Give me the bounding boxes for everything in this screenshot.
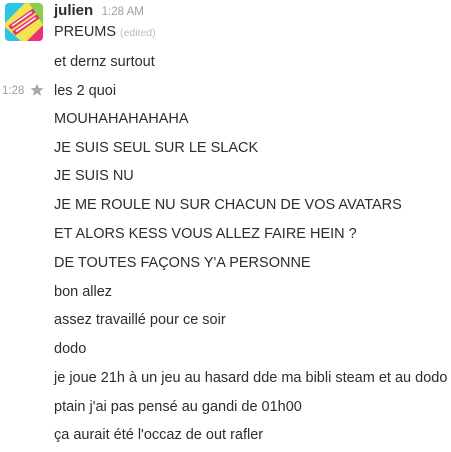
message-text: je joue 21h à un jeu au hasard dde ma bi… bbox=[54, 370, 448, 386]
author-name[interactable]: julien bbox=[54, 2, 93, 19]
message-text: JE SUIS NU bbox=[54, 168, 134, 184]
message-text: JE ME ROULE NU SUR CHACUN DE VOS AVATARS bbox=[54, 197, 402, 213]
message-body: PREUMS bbox=[54, 24, 117, 40]
message-text: ça aurait été l'occaz de out rafler bbox=[54, 427, 264, 443]
message-text: et dernz surtout bbox=[54, 54, 155, 70]
message-header: julien 1:28 AM bbox=[54, 2, 144, 22]
message-text: les 2 quoi bbox=[54, 83, 117, 99]
user-avatar[interactable] bbox=[5, 3, 43, 41]
message-text: MOUHAHAHAHAHA bbox=[54, 111, 189, 127]
message-text: assez travaillé pour ce soir bbox=[54, 312, 226, 328]
message-text: PREUMS (edited) bbox=[54, 22, 156, 43]
message-timestamp[interactable]: 1:28 AM bbox=[102, 6, 144, 18]
hover-timestamp[interactable]: 1:28 bbox=[2, 84, 24, 98]
message-text: dodo bbox=[54, 341, 87, 357]
message-text: ET ALORS KESS VOUS ALLEZ FAIRE HEIN ? bbox=[54, 226, 357, 242]
star-icon[interactable] bbox=[30, 83, 44, 97]
message-text: ptain j'ai pas pensé au gandi de 01h00 bbox=[54, 399, 302, 415]
message-text: JE SUIS SEUL SUR LE SLACK bbox=[54, 140, 259, 156]
message-text: DE TOUTES FAÇONS Y'A PERSONNE bbox=[54, 255, 311, 271]
message-text: bon allez bbox=[54, 284, 113, 300]
edited-label: (edited) bbox=[120, 27, 156, 39]
